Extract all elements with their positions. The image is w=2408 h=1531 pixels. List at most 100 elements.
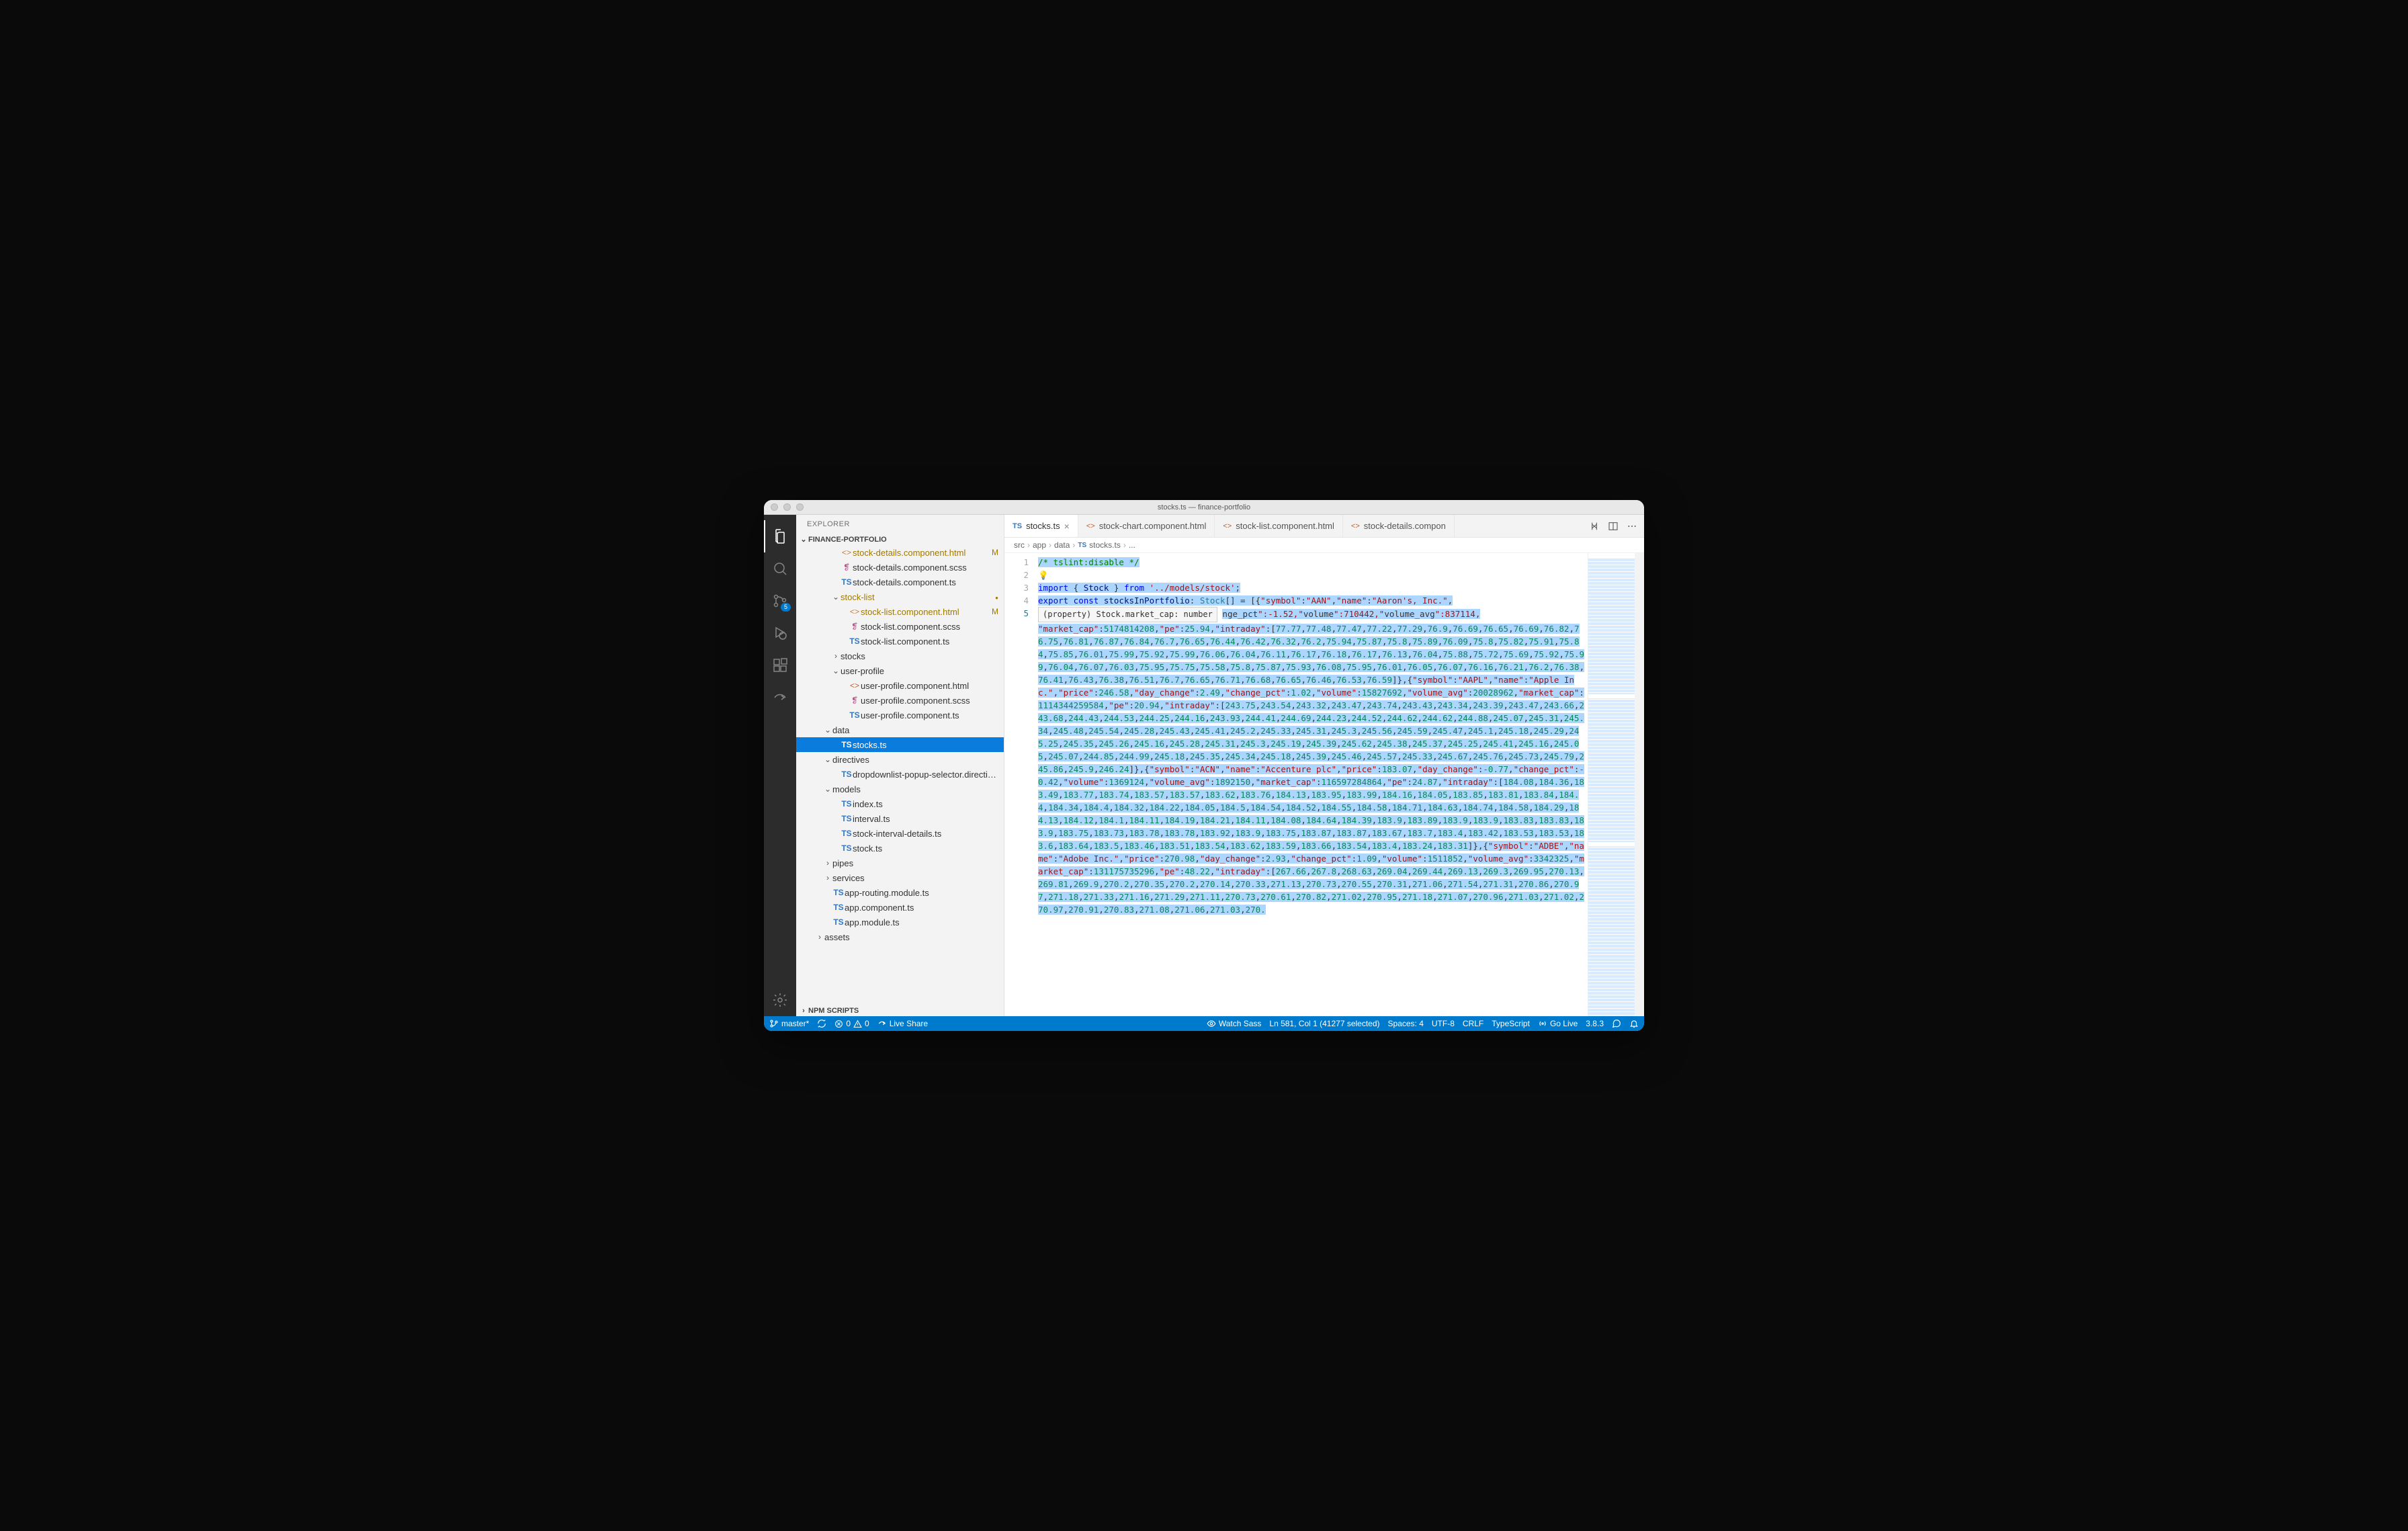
lightbulb-icon[interactable]: 💡: [1038, 570, 1049, 580]
folder-item[interactable]: ›pipes: [796, 856, 1004, 870]
git-modified-badge: M: [989, 548, 998, 557]
explorer-activity[interactable]: [764, 520, 796, 552]
maximize-window-button[interactable]: [796, 503, 804, 511]
file-item[interactable]: TSapp-routing.module.ts: [796, 885, 1004, 900]
folder-item[interactable]: ⌄stock-list: [796, 589, 1004, 604]
chevron-right-icon: ›: [815, 932, 824, 942]
line-number: 4: [1007, 594, 1029, 607]
file-item[interactable]: TSstock.ts: [796, 841, 1004, 856]
folder-item[interactable]: ⌄models: [796, 782, 1004, 796]
version-status[interactable]: 3.8.3: [1586, 1019, 1604, 1028]
feedback-status[interactable]: [1612, 1019, 1621, 1028]
file-item[interactable]: TSstock-list.component.ts: [796, 634, 1004, 649]
html-icon: <>: [1351, 522, 1360, 530]
tree-item-label: data: [832, 725, 998, 735]
editor-tab[interactable]: <>stock-chart.component.html: [1078, 515, 1215, 537]
chevron-down-icon: ⌄: [831, 666, 841, 675]
branch-status[interactable]: master*: [769, 1019, 809, 1028]
scss-icon: ❡: [849, 696, 861, 705]
live-share-icon: [772, 690, 788, 706]
file-item[interactable]: ❡stock-list.component.scss: [796, 619, 1004, 634]
eye-icon: [1207, 1019, 1216, 1028]
breadcrumb-item[interactable]: stocks.ts: [1089, 540, 1121, 550]
extensions-activity[interactable]: [764, 649, 796, 681]
spaces-status[interactable]: Spaces: 4: [1388, 1019, 1424, 1028]
live-share-label: Live Share: [890, 1019, 928, 1028]
file-item[interactable]: TSdropdownlist-popup-selector.directive.…: [796, 767, 1004, 782]
gear-icon: [772, 992, 788, 1008]
folder-item[interactable]: ›stocks: [796, 649, 1004, 663]
tree-item-label: user-profile.component.html: [861, 681, 998, 691]
more-actions-icon[interactable]: [1627, 521, 1637, 532]
scm-activity[interactable]: 5: [764, 585, 796, 617]
file-item[interactable]: ❡stock-details.component.scss: [796, 560, 1004, 575]
file-item[interactable]: <>stock-details.component.htmlM: [796, 545, 1004, 560]
file-item[interactable]: TSstock-interval-details.ts: [796, 826, 1004, 841]
file-item[interactable]: TSapp.module.ts: [796, 915, 1004, 929]
minimap[interactable]: [1588, 553, 1635, 1016]
folder-item[interactable]: ›services: [796, 870, 1004, 885]
breadcrumbs[interactable]: src›app›data›TSstocks.ts›...: [1004, 538, 1644, 553]
file-item[interactable]: TSstocks.ts: [796, 737, 1004, 752]
file-item[interactable]: ❡user-profile.component.scss: [796, 693, 1004, 708]
hover-hint: (property) Stock.market_cap: number: [1038, 607, 1217, 622]
tree-item-label: user-profile.component.scss: [861, 696, 998, 706]
error-icon: [834, 1020, 843, 1028]
vertical-scrollbar[interactable]: [1635, 553, 1644, 1016]
file-item[interactable]: <>user-profile.component.html: [796, 678, 1004, 693]
folder-item[interactable]: ⌄user-profile: [796, 663, 1004, 678]
breadcrumb-separator: ›: [1123, 540, 1126, 550]
encoding-status[interactable]: UTF-8: [1432, 1019, 1455, 1028]
sync-status[interactable]: [817, 1019, 826, 1028]
watch-sass-status[interactable]: Watch Sass: [1207, 1019, 1262, 1028]
minimize-window-button[interactable]: [783, 503, 791, 511]
tree-item-label: models: [832, 784, 998, 794]
code-content[interactable]: /* tslint:disable */💡import { Stock } fr…: [1038, 553, 1588, 1016]
debug-activity[interactable]: [764, 617, 796, 649]
notifications-status[interactable]: [1629, 1019, 1639, 1028]
folder-item[interactable]: ›assets: [796, 929, 1004, 944]
folder-item[interactable]: ⌄data: [796, 722, 1004, 737]
file-item[interactable]: TSapp.component.ts: [796, 900, 1004, 915]
file-item[interactable]: TSinterval.ts: [796, 811, 1004, 826]
editor-tab[interactable]: TSstocks.ts×: [1004, 515, 1078, 537]
npm-section-header[interactable]: › NPM SCRIPTS: [796, 1005, 1004, 1016]
compare-changes-icon[interactable]: [1589, 521, 1600, 532]
files-icon: [772, 528, 788, 544]
typescript-icon: TS: [849, 710, 861, 720]
chevron-right-icon: ›: [823, 873, 832, 882]
problems-status[interactable]: 0 0: [834, 1019, 869, 1028]
editor-tab[interactable]: <>stock-list.component.html: [1215, 515, 1343, 537]
search-activity[interactable]: [764, 552, 796, 585]
html-icon: <>: [849, 607, 861, 616]
tree-item-label: stock-details.component.ts: [853, 577, 998, 587]
tree-item-label: stocks: [841, 651, 998, 661]
project-section-header[interactable]: ⌄ FINANCE-PORTFOLIO: [796, 534, 1004, 545]
file-item[interactable]: TSindex.ts: [796, 796, 1004, 811]
typescript-icon: TS: [1013, 522, 1022, 530]
eol-status[interactable]: CRLF: [1463, 1019, 1484, 1028]
breadcrumb-item[interactable]: data: [1054, 540, 1070, 550]
breadcrumb-item[interactable]: ...: [1129, 540, 1135, 550]
live-share-activity[interactable]: [764, 681, 796, 714]
file-item[interactable]: <>stock-list.component.htmlM: [796, 604, 1004, 619]
language-status[interactable]: TypeScript: [1492, 1019, 1530, 1028]
cursor-position-status[interactable]: Ln 581, Col 1 (41277 selected): [1269, 1019, 1379, 1028]
sync-icon: [817, 1019, 826, 1028]
file-item[interactable]: TSuser-profile.component.ts: [796, 708, 1004, 722]
live-share-status[interactable]: Live Share: [877, 1019, 928, 1028]
close-tab-icon[interactable]: ×: [1064, 521, 1070, 532]
go-live-status[interactable]: Go Live: [1538, 1019, 1578, 1028]
split-editor-icon[interactable]: [1608, 521, 1619, 532]
close-window-button[interactable]: [771, 503, 778, 511]
breadcrumb-item[interactable]: app: [1033, 540, 1046, 550]
line-number: 1: [1007, 556, 1029, 569]
folder-item[interactable]: ⌄directives: [796, 752, 1004, 767]
html-icon: <>: [1223, 522, 1232, 530]
file-item[interactable]: TSstock-details.component.ts: [796, 575, 1004, 589]
breadcrumb-item[interactable]: src: [1014, 540, 1025, 550]
settings-activity[interactable]: [764, 984, 796, 1016]
tree-item-label: stocks.ts: [853, 740, 998, 750]
editor-tab[interactable]: <>stock-details.compon: [1343, 515, 1455, 537]
html-icon: <>: [1086, 522, 1095, 530]
